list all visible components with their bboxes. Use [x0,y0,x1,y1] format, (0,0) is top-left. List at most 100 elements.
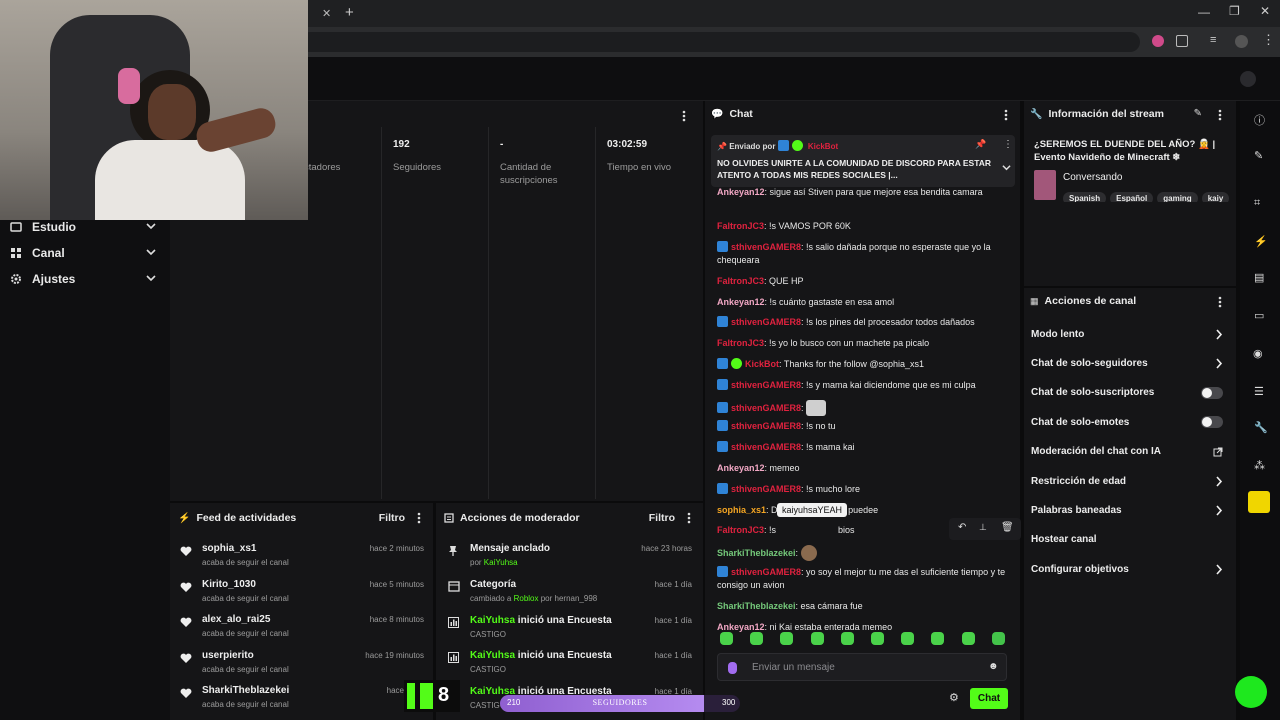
new-tab-icon[interactable]: + [345,4,354,21]
quick-emote-icon[interactable] [720,632,733,645]
chat-message[interactable]: SharkiTheblazekei: esa cámara fue [717,600,1009,613]
chat-username[interactable]: FaltronJC3 [717,338,764,348]
list-item[interactable]: SharkiTheblazekei acaba de seguir el cana… [180,683,424,719]
browser-menu-icon[interactable]: ⋮ [1262,32,1275,48]
clapper-icon[interactable] [1248,491,1270,513]
feed-username[interactable]: alex_alo_rai25 [202,614,270,625]
delete-icon[interactable]: 🗑 [1001,522,1014,533]
quick-emote-icon[interactable] [810,632,824,645]
close-window-icon[interactable]: ✕ [1260,4,1270,18]
channel-action-item[interactable]: Palabras baneadas [1031,500,1229,520]
chat-username[interactable]: sthivenGAMER8 [731,421,801,431]
list-icon[interactable]: ☰ [1254,385,1264,398]
chat-message[interactable]: sthivenGAMER8: !s no tu [717,420,1009,433]
chat-username[interactable]: FaltronJC3 [717,525,764,535]
user-avatar[interactable] [1240,71,1256,87]
chat-message[interactable]: FaltronJC3: !s VAMOS POR 60K [717,220,1009,233]
close-tab-icon[interactable]: ✕ [322,7,331,20]
chat-message[interactable]: sthivenGAMER8: [717,399,1009,416]
chat-username[interactable]: sthivenGAMER8 [731,317,801,327]
mod-sub-highlight[interactable]: Roblox [514,594,539,603]
kebab-icon[interactable]: ⋮ [1003,139,1013,150]
chat-username[interactable]: Ankeyan12 [717,463,765,473]
edit-icon[interactable]: ✎ [1194,108,1202,119]
filter-button[interactable]: Filtro [649,512,675,524]
chat-message[interactable]: FaltronJC3: !s yo lo busco con un machet… [717,337,1009,350]
filter-button[interactable]: Filtro [379,512,405,524]
list-item[interactable]: KaiYuhsa inició una Encuesta CASTIGO hace … [448,613,692,649]
quick-emote-icon[interactable] [780,632,794,645]
mic-icon[interactable] [728,662,737,674]
tag[interactable]: Español [1110,192,1154,202]
list-item[interactable]: KaiYuhsa inició una Encuesta CASTIGO hace … [448,648,692,684]
chat-settings-gear-icon[interactable]: ⚙ [949,691,959,704]
sidebar-item-canal[interactable]: Canal [10,243,160,263]
toggle-switch[interactable] [1201,386,1223,399]
channel-action-item[interactable]: Chat de solo-seguidores [1031,353,1229,373]
channel-action-item[interactable]: Moderación del chat con IA [1031,442,1229,462]
chat-username[interactable]: sthivenGAMER8 [731,403,801,413]
chat-username[interactable]: SharkiTheblazekei [717,548,796,558]
list-item[interactable]: Categoría cambiado a Roblox por hernan_99… [448,577,692,613]
quick-emote-icon[interactable] [750,632,764,645]
chat-username[interactable]: sthivenGAMER8 [731,242,801,252]
quick-emote-icon[interactable] [840,632,854,645]
chat-username[interactable]: FaltronJC3 [717,276,764,286]
tools-icon[interactable]: 🔧 [1254,421,1268,434]
quick-emote-icon[interactable] [871,632,884,645]
chat-input[interactable]: Enviar un mensaje ☻ [717,653,1007,681]
feed-username[interactable]: userpierito [202,650,254,661]
chat-message[interactable]: SharkiTheblazekei: [717,545,1009,562]
broadcast-icon[interactable]: ◉ [1253,347,1263,360]
chat-username[interactable]: Ankeyan12 [717,297,765,307]
pin-icon[interactable]: ⊥ [979,522,987,533]
kebab-icon[interactable] [1004,109,1008,121]
chat-message[interactable]: sthivenGAMER8: !s salio dañada porque no… [717,240,1009,267]
chat-message[interactable]: Ankeyan12: memeo [717,462,1009,475]
chat-username[interactable]: Ankeyan12 [717,187,765,197]
chat-message[interactable]: sthivenGAMER8: !s los pines del procesad… [717,316,1009,329]
lightning-icon[interactable]: ⚡ [1254,235,1268,248]
puzzle-icon[interactable] [1176,35,1188,47]
unpin-icon[interactable]: 📌 [975,139,986,150]
channel-action-item[interactable]: Configurar objetivos [1031,559,1229,579]
reply-icon[interactable]: ↶ [958,522,966,533]
chat-username[interactable]: sthivenGAMER8 [731,442,801,452]
crop-icon[interactable]: ⌗ [1254,197,1260,210]
feed-username[interactable]: Kirito_1030 [202,579,256,590]
quick-emote-icon[interactable] [961,632,975,645]
restore-icon[interactable]: ❐ [1229,4,1240,18]
url-field[interactable] [300,32,1140,52]
tag[interactable]: kaiy [1201,192,1230,202]
channel-action-item[interactable]: Modo lento [1031,324,1229,344]
nodes-icon[interactable]: ⁂ [1254,459,1265,472]
cat-emote-icon[interactable] [806,399,827,416]
chat-username[interactable]: sophia_xs1 [717,505,766,515]
sidebar-item-ajustes[interactable]: Ajustes [10,269,160,289]
chat-message[interactable]: Ankeyan12: sigue así Stiven para que mej… [717,186,1009,199]
list-item[interactable]: alex_alo_rai25 acaba de seguir el canal ha… [180,612,424,648]
chat-message[interactable]: FaltronJC3: QUE HP [717,275,1009,288]
channel-action-item[interactable]: Chat de solo-emotes [1031,412,1229,432]
channel-action-item[interactable]: Hostear canal [1031,530,1229,550]
channel-action-item[interactable]: Chat de solo-suscriptores [1031,383,1229,403]
chevron-down-icon[interactable] [1002,163,1011,172]
chat-message[interactable]: Ankeyan12: !s cuánto gastaste en esa amo… [717,296,1009,309]
emoji-icon[interactable]: ☻ [988,661,999,672]
kebab-icon[interactable] [687,512,691,524]
quick-emote-icon[interactable] [901,632,915,645]
chat-icon[interactable]: ▭ [1254,309,1264,322]
chat-message[interactable]: sophia_xs1: Dale bebaa q si se puedee [717,504,1009,517]
chat-message[interactable]: sthivenGAMER8: !s y mama kai diciendome … [717,378,1009,392]
tag[interactable]: gaming [1157,192,1198,202]
mod-user[interactable]: KaiYuhsa [470,615,515,626]
kebab-icon[interactable] [1218,109,1222,121]
list-item[interactable]: Mensaje anclado por KaiYuhsa hace 23 horas [448,541,692,577]
chat-message[interactable]: sthivenGAMER8: yo soy el mejor tu me das… [717,566,1009,592]
document-icon[interactable]: ▤ [1254,271,1264,284]
chat-username[interactable]: sthivenGAMER8 [731,484,801,494]
minimize-icon[interactable]: — [1198,5,1210,19]
tag[interactable]: Spanish [1063,192,1107,202]
chat-message[interactable]: sthivenGAMER8: !s mama kai [717,441,1009,454]
kai-emote-icon[interactable] [800,545,817,562]
